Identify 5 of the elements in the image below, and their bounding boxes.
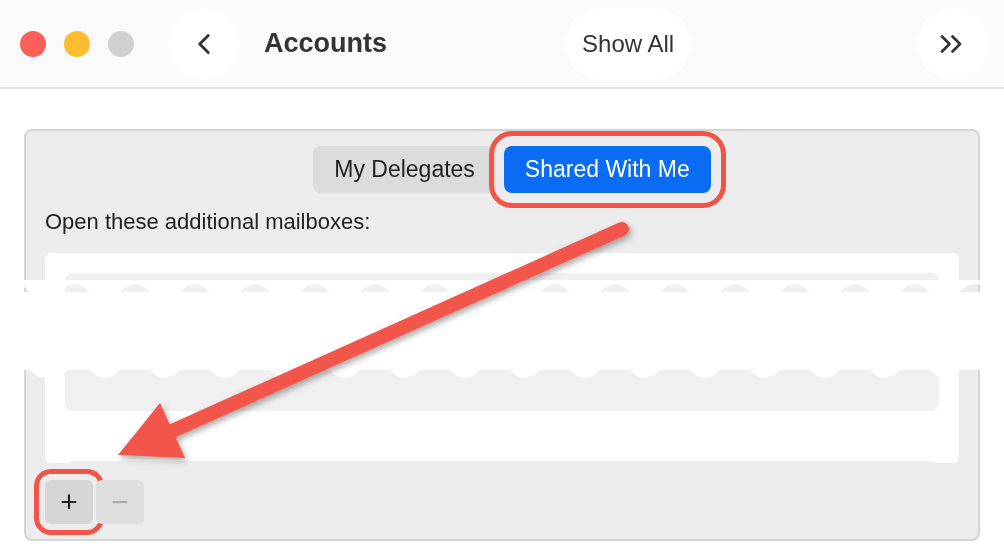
tab[interactable]: Shared With Me xyxy=(503,146,711,193)
window-title: Accounts xyxy=(264,27,388,61)
mailboxes-label: Open these additional mailboxes: xyxy=(45,208,372,236)
show-all-button[interactable]: Show All xyxy=(565,7,692,80)
tab[interactable]: My Delegates xyxy=(313,146,496,193)
